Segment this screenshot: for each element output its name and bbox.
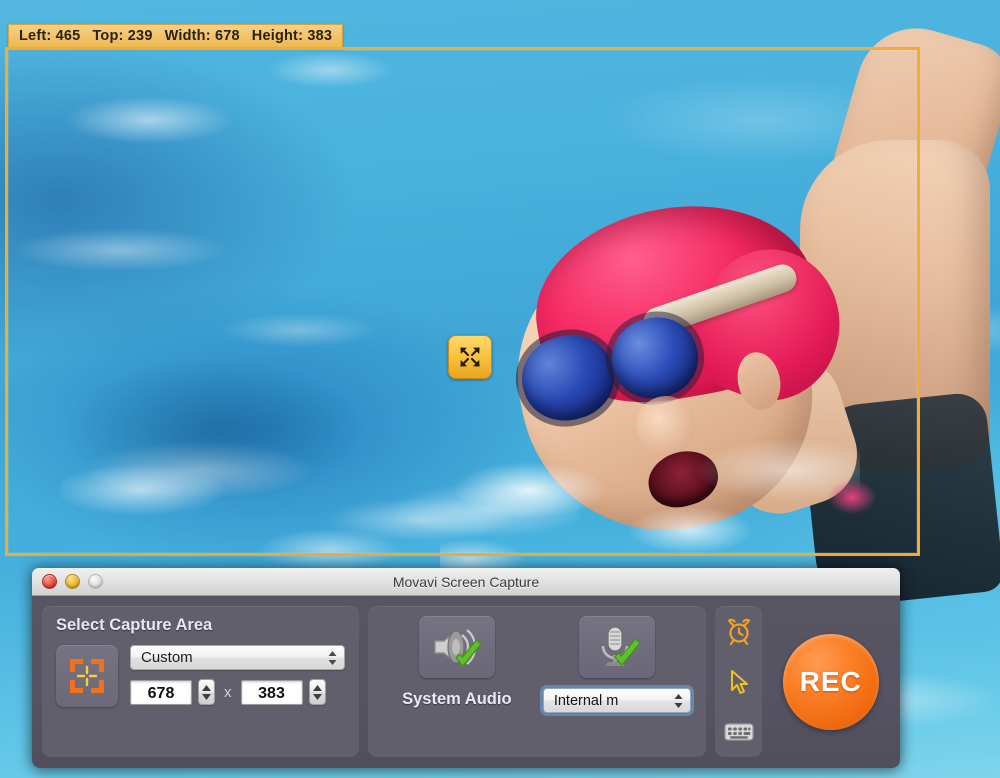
capture-width-input[interactable]: 678 — [130, 679, 192, 705]
capture-preset-select[interactable]: Custom — [130, 645, 345, 670]
window-body: Select Capture Area Custom 678 x 383 Sys… — [32, 596, 900, 768]
capture-area-title: Select Capture Area — [56, 616, 213, 634]
close-button[interactable] — [42, 574, 57, 589]
capture-timer-button[interactable] — [722, 614, 756, 648]
window-title: Movavi Screen Capture — [392, 573, 540, 590]
microphone-icon — [601, 626, 641, 666]
stepper-down-icon — [202, 693, 211, 700]
window-titlebar[interactable]: Movavi Screen Capture — [32, 568, 900, 596]
timer-icon — [727, 618, 750, 645]
record-button[interactable]: REC — [782, 633, 879, 730]
zoom-button[interactable] — [88, 574, 103, 589]
capture-area-group: Select Capture Area Custom 678 x 383 — [42, 606, 359, 757]
stepper-down-icon — [312, 693, 322, 700]
capture-preset-value: Custom — [141, 649, 193, 666]
capture-height-input[interactable]: 383 — [240, 679, 303, 705]
move-resize-handle[interactable] — [448, 335, 492, 379]
coord-height: Height: 383 — [251, 28, 333, 44]
capture-height-stepper[interactable] — [308, 679, 326, 705]
microphone-device-value: Internal m — [553, 692, 619, 709]
capture-area-controls: Custom 678 x 383 — [56, 645, 345, 707]
select-area-button[interactable] — [56, 645, 118, 707]
audio-group: System Audio Internal m — [367, 606, 706, 757]
minimize-button[interactable] — [65, 574, 80, 589]
keyboard-icon — [723, 723, 754, 741]
traffic-light-group — [42, 574, 103, 589]
stepper-up-icon — [312, 684, 322, 691]
capture-width-stepper[interactable] — [198, 679, 215, 705]
crosshair-target-icon — [70, 659, 104, 693]
cursor-icon — [730, 669, 748, 694]
system-audio-toggle[interactable] — [418, 616, 495, 678]
screen-capture-overlay: Left: 465 Top: 239 Width: 678 Height: 383 — [0, 0, 1000, 778]
stepper-up-icon — [202, 684, 211, 691]
speaker-icon — [434, 629, 482, 667]
system-audio-label: System Audio — [402, 690, 512, 708]
microphone-column: Internal m — [542, 616, 692, 713]
tools-group — [714, 606, 763, 757]
coord-width: Width: 678 — [164, 28, 240, 44]
move-resize-arrows-icon — [460, 347, 480, 367]
microphone-device-select[interactable]: Internal m — [542, 688, 691, 713]
show-keystrokes-button[interactable] — [722, 715, 756, 749]
show-cursor-button[interactable] — [722, 665, 756, 699]
chevron-updown-icon — [674, 693, 683, 708]
capture-dimensions-row: 678 x 383 — [130, 679, 345, 705]
record-area: REC — [771, 606, 890, 757]
system-audio-column: System Audio — [382, 616, 532, 709]
coord-left: Left: 465 — [19, 28, 81, 44]
capture-coordinates-label: Left: 465 Top: 239 Width: 678 Height: 383 — [8, 24, 344, 49]
movavi-window: Movavi Screen Capture Select Capture Are… — [32, 568, 900, 768]
coord-top: Top: 239 — [92, 28, 153, 44]
capture-fields: Custom 678 x 383 — [130, 645, 345, 705]
microphone-toggle[interactable] — [578, 616, 655, 678]
dimension-separator: x — [224, 683, 232, 701]
capture-selection-rectangle[interactable] — [5, 47, 920, 556]
chevron-updown-icon — [328, 650, 337, 665]
